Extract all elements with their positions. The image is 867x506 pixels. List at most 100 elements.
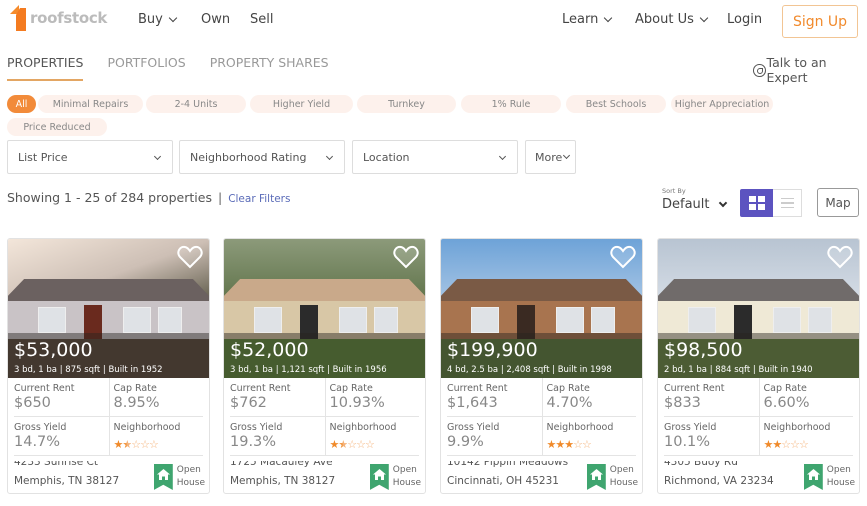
pill-higher-appreciation[interactable]: Higher Appreciation (671, 95, 773, 113)
star-filled-icon: ★ (564, 438, 574, 451)
cap-rate: Cap Rate 6.60% (759, 378, 854, 417)
property-price: $53,000 (14, 339, 93, 361)
chevron-down-icon (718, 198, 727, 207)
pill-minimal-repairs[interactable]: Minimal Repairs (38, 95, 143, 113)
roofstock-logo[interactable]: roofstock (10, 5, 107, 31)
street-text: 1725 Macauley Ave (230, 461, 333, 467)
list-view-button[interactable] (773, 189, 802, 217)
nav-about-us-label: About Us (635, 12, 694, 27)
neighborhood-rating-select[interactable]: Neighborhood Rating (179, 140, 345, 174)
more-filters-select[interactable]: More (525, 140, 576, 174)
gross-yield-label: Gross Yield (14, 422, 67, 433)
nav-login[interactable]: Login (727, 12, 762, 27)
favorite-heart-icon[interactable] (827, 245, 853, 269)
chevron-down-icon (563, 151, 571, 160)
gross-yield-label: Gross Yield (230, 422, 283, 433)
pill-price-reduced[interactable]: Price Reduced (7, 118, 107, 136)
nav-sell[interactable]: Sell (250, 12, 273, 27)
top-navbar: roofstock Buy Own Sell Learn About Us Lo… (0, 0, 867, 42)
property-card[interactable]: $98,500 2 bd, 1 ba | 884 sqft | Built in… (657, 238, 860, 494)
pill-all[interactable]: All (7, 95, 36, 113)
grid-view-button[interactable] (740, 189, 773, 217)
nav-about-us[interactable]: About Us (635, 12, 709, 27)
open-house-badge[interactable]: Open House (369, 464, 421, 490)
open-house-badge[interactable]: Open House (153, 464, 205, 490)
star-empty-icon: ☆ (347, 438, 357, 451)
property-specs: 4 bd, 2.5 ba | 2,408 sqft | Built in 199… (447, 365, 612, 375)
star-empty-icon: ☆ (356, 438, 366, 451)
neighborhood-rating-label: Neighborhood Rating (190, 150, 307, 164)
property-photo[interactable]: $52,000 3 bd, 1 ba | 1,121 sqft | Built … (224, 239, 425, 378)
divider (541, 378, 543, 455)
tab-portfolios[interactable]: PORTFOLIOS (107, 55, 185, 81)
gross-yield: Gross Yield 14.7% (14, 417, 109, 456)
cap-rate-value: 6.60% (763, 395, 810, 411)
pill-higher-yield[interactable]: Higher Yield (250, 95, 353, 113)
open-house-badge[interactable]: Open House (586, 464, 638, 490)
pill-turnkey[interactable]: Turnkey (357, 95, 456, 113)
current-rent-value: $833 (664, 395, 701, 411)
list-price-select[interactable]: List Price (7, 140, 173, 174)
open-house-badge[interactable]: Open House (803, 464, 855, 490)
cap-rate: Cap Rate 10.93% (325, 378, 420, 417)
clear-filters-link[interactable]: Clear Filters (228, 193, 290, 205)
sign-up-button[interactable]: Sign Up (782, 5, 858, 38)
neighborhood-rating: Neighborhood ★★☆☆☆ (759, 417, 854, 456)
property-street: 4305 Buoy Rd (664, 461, 738, 467)
current-rent-label: Current Rent (230, 383, 291, 394)
property-photo[interactable]: $53,000 3 bd, 1 ba | 875 sqft | Built in… (8, 239, 209, 378)
nav-own-label: Own (201, 12, 231, 27)
map-view-button[interactable]: Map (817, 188, 859, 217)
tab-properties[interactable]: PROPERTIES (7, 55, 84, 81)
star-empty-icon: ☆ (365, 438, 375, 451)
gross-yield-value: 14.7% (14, 434, 61, 450)
cap-rate: Cap Rate 4.70% (542, 378, 637, 417)
divider (108, 378, 110, 455)
home-icon (153, 464, 173, 490)
location-select[interactable]: Location (352, 140, 518, 174)
sort-by-value: Default (662, 197, 710, 212)
gross-yield: Gross Yield 9.9% (447, 417, 542, 456)
talk-to-expert-label: Talk to an Expert (766, 55, 827, 85)
pill-2-4-units[interactable]: 2-4 Units (146, 95, 246, 113)
whatsapp-icon (753, 63, 766, 77)
separator: | (217, 190, 223, 205)
sort-by-dropdown[interactable]: Default (662, 197, 727, 212)
divider (447, 455, 636, 456)
nav-learn[interactable]: Learn (562, 12, 613, 27)
star-half-icon: ★ (122, 438, 132, 451)
star-empty-icon: ☆ (131, 438, 141, 451)
property-card[interactable]: $52,000 3 bd, 1 ba | 1,121 sqft | Built … (223, 238, 426, 494)
divider (230, 455, 419, 456)
star-empty-icon: ☆ (781, 438, 791, 451)
street-text: 10142 Pippin Meadows (447, 461, 569, 467)
nav-learn-label: Learn (562, 12, 599, 27)
tab-property-shares[interactable]: PROPERTY SHARES (210, 55, 329, 81)
favorite-heart-icon[interactable] (393, 245, 419, 269)
favorite-heart-icon[interactable] (610, 245, 636, 269)
property-card[interactable]: $53,000 3 bd, 1 ba | 875 sqft | Built in… (7, 238, 210, 494)
star-filled-icon: ★ (555, 438, 565, 451)
pill-best-schools[interactable]: Best Schools (566, 95, 666, 113)
property-photo[interactable]: $98,500 2 bd, 1 ba | 884 sqft | Built in… (658, 239, 859, 378)
property-photo[interactable]: $199,900 4 bd, 2.5 ba | 2,408 sqft | Bui… (441, 239, 642, 378)
neighborhood-rating: Neighborhood ★★☆☆☆ (325, 417, 420, 456)
property-city: Memphis, TN 38127 (230, 475, 336, 487)
cap-rate-label: Cap Rate (329, 383, 373, 394)
pill-1-percent-rule[interactable]: 1% Rule (461, 95, 561, 113)
favorite-heart-icon[interactable] (177, 245, 203, 269)
nav-own[interactable]: Own (201, 12, 230, 27)
cap-rate-label: Cap Rate (763, 383, 807, 394)
more-filters-label: More (535, 150, 563, 164)
property-card[interactable]: $199,900 4 bd, 2.5 ba | 2,408 sqft | Bui… (440, 238, 643, 494)
grid-icon (748, 196, 765, 210)
street-text: 4233 Sunrise Ct (14, 461, 98, 467)
neighborhood-stars: ★★☆☆☆ (114, 438, 159, 451)
open-house-label: Open House (826, 465, 855, 488)
star-empty-icon: ☆ (149, 438, 159, 451)
talk-to-expert-link[interactable]: Talk to an Expert (753, 55, 867, 85)
nav-buy[interactable]: Buy (138, 12, 178, 27)
property-street: 4233 Sunrise Ct (14, 461, 98, 467)
gross-yield: Gross Yield 10.1% (664, 417, 759, 456)
nav-buy-label: Buy (138, 12, 163, 27)
